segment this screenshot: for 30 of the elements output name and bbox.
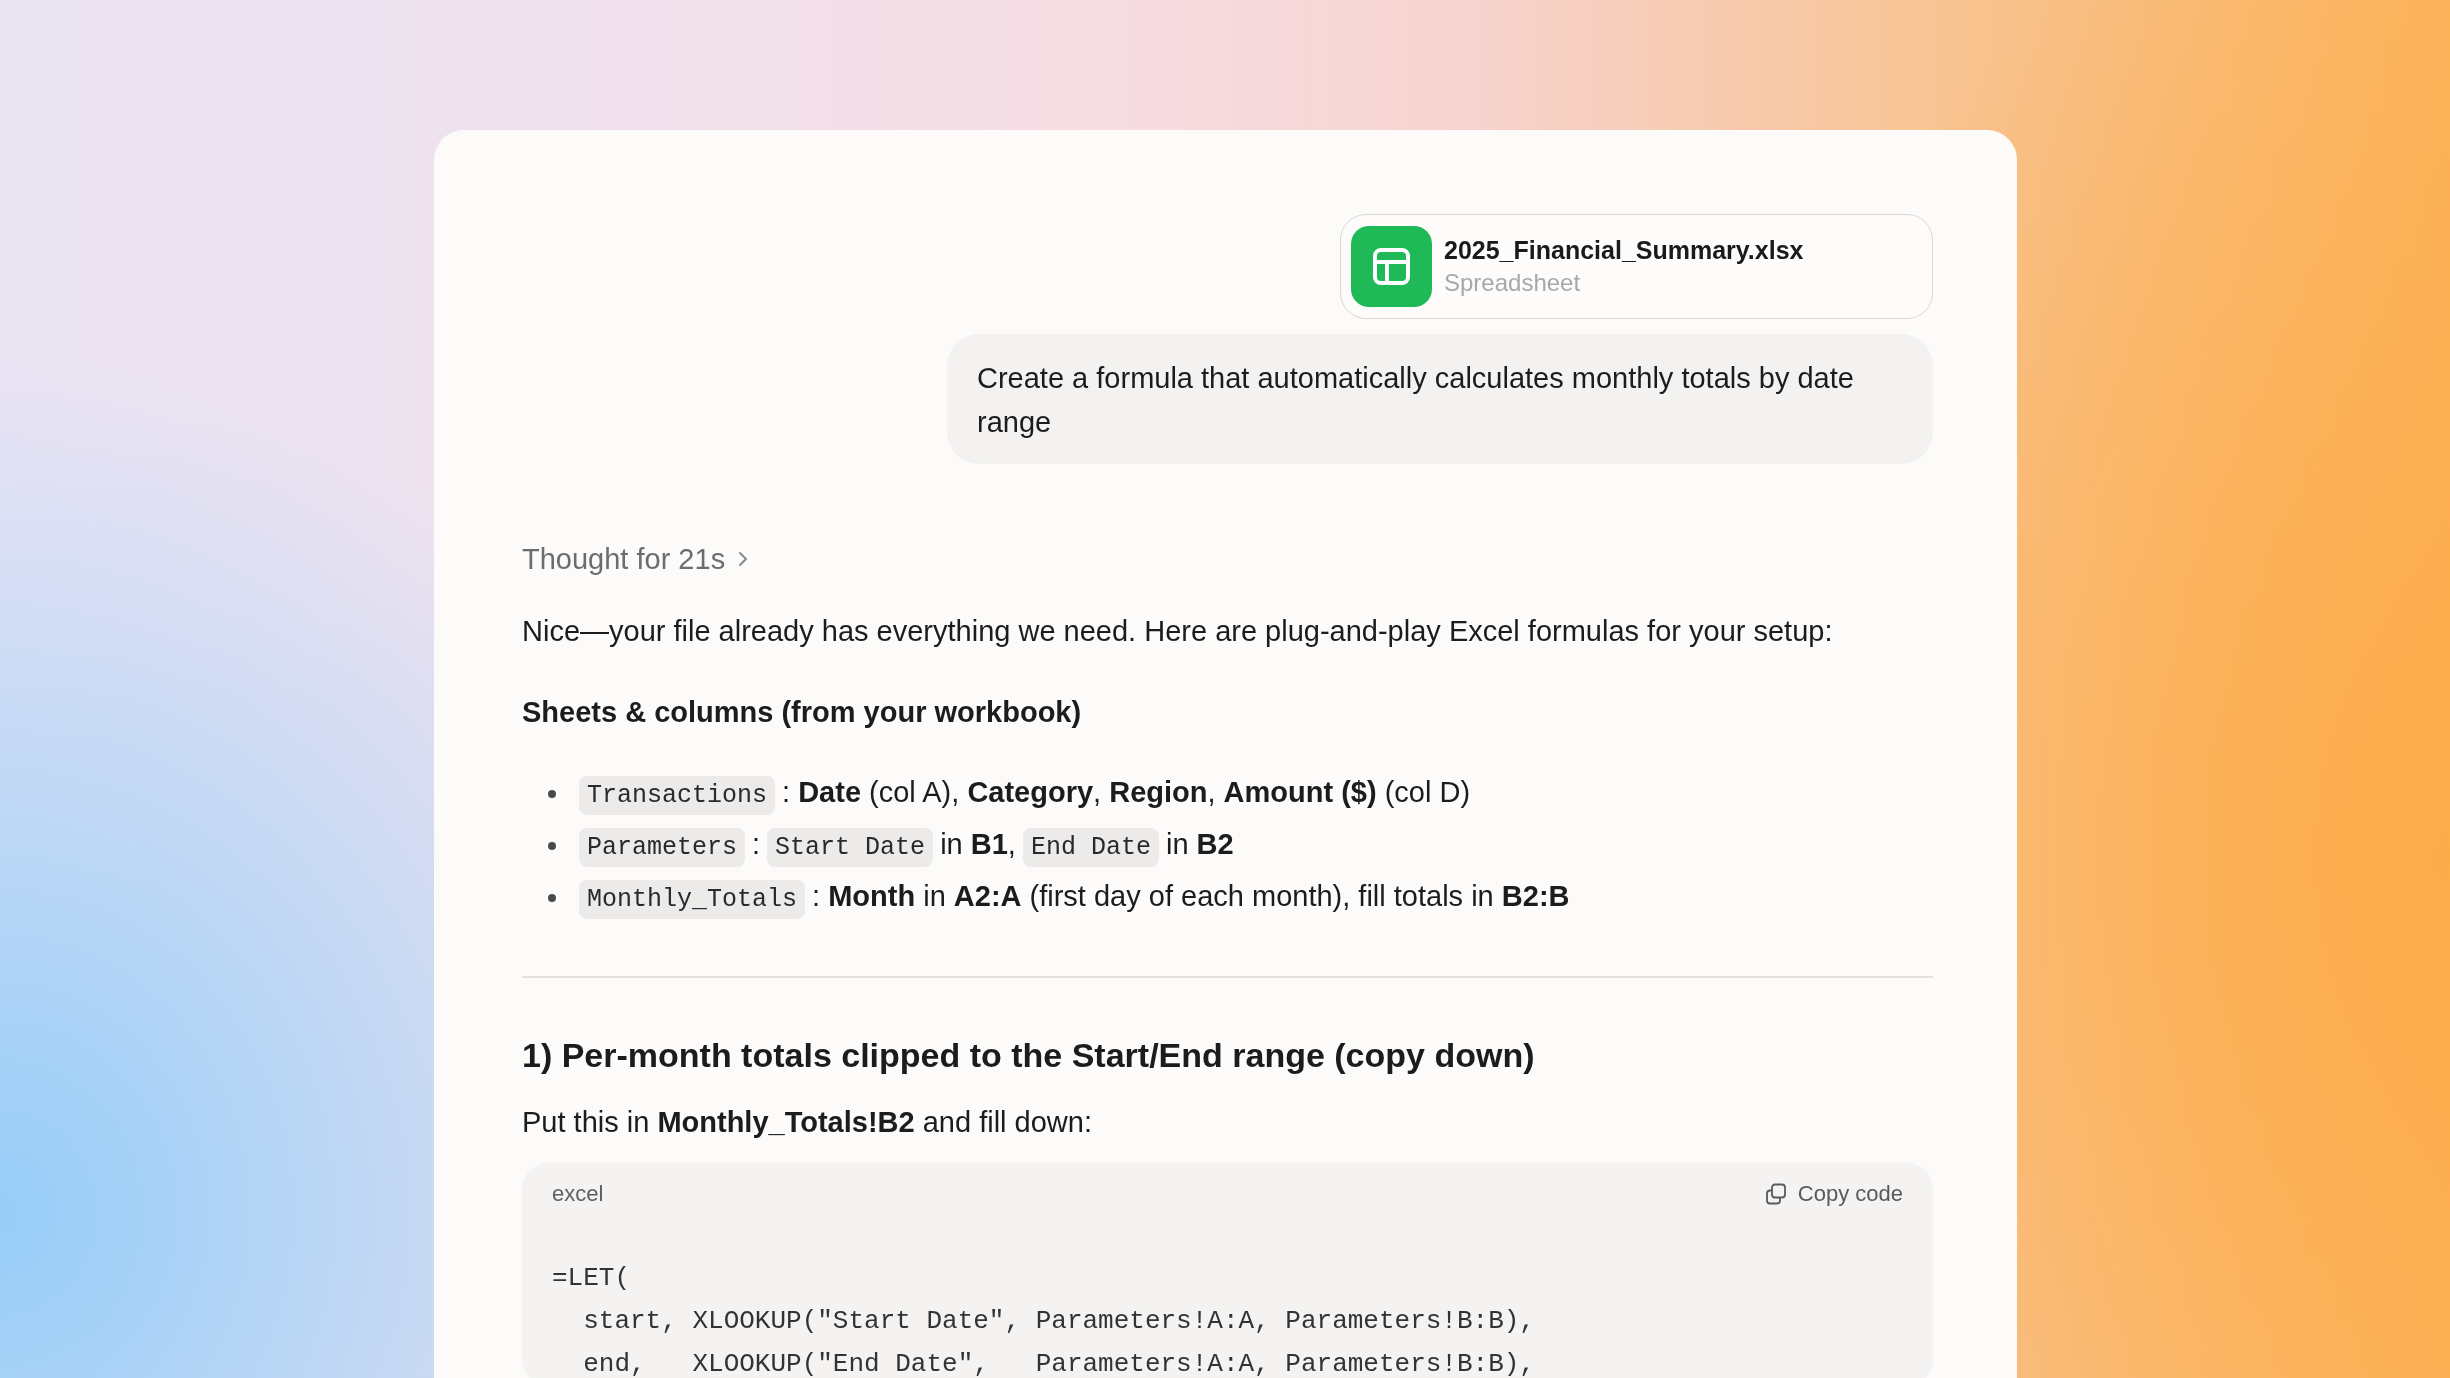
bullet-text: in B2 (1165, 828, 1234, 860)
code-language: excel (552, 1181, 604, 1207)
table-icon (1351, 226, 1432, 307)
file-type: Spreadsheet (1444, 268, 1582, 298)
inline-code: End Date (1022, 828, 1159, 867)
code-line: end, XLOOKUP("End Date", Parameters!A:A, Parameters!B:B), (582, 1348, 1536, 1378)
response-text: Put this in Monthly_Totals!B2 and fill down: (522, 1105, 1093, 1140)
bullet-icon (548, 790, 556, 798)
copy-icon (1763, 1182, 1788, 1206)
section-heading: Sheets & columns (from your workbook) (522, 695, 1083, 730)
copy-code-button[interactable]: Copy code (1763, 1181, 1903, 1207)
thought-toggle[interactable]: Thought for 21s (522, 537, 750, 581)
bullet-icon (548, 842, 556, 850)
bullet-text: : Month in A2:A (first day of each month), fill totals in B2:B (812, 880, 1570, 912)
response-text: Nice—your file already has everything we need. Here are plug-and-play Excel formulas for your setup: (522, 614, 1834, 649)
inline-code: Start Date (767, 828, 934, 867)
inline-code: Monthly_Totals (579, 880, 806, 919)
section-heading: 1) Per-month totals clipped to the Start/End range (copy down) (522, 1035, 1536, 1076)
inline-code: Parameters (579, 828, 746, 867)
bullet-text: : Date (col A), Category, Region, Amount ($) (col D) (782, 776, 1471, 808)
chevron-icon (737, 550, 750, 568)
bullet-text: in B1, (940, 828, 1016, 860)
bullet-icon (548, 894, 556, 902)
file-name: 2025_Financial_Summary.xlsx (1444, 235, 1804, 266)
code-line: =LET( (552, 1262, 631, 1295)
user-message: Create a formula that automatically calculates monthly totals by date range (947, 334, 1933, 464)
bullet-text: : (752, 828, 761, 860)
inline-code: Transactions (579, 776, 776, 815)
code-line: start, XLOOKUP("Start Date", Parameters!A:A, Parameters!B:B), (582, 1305, 1536, 1338)
file-attachment[interactable]: 2025_Financial_Summary.xlsx Spreadsheet (1340, 214, 1933, 319)
